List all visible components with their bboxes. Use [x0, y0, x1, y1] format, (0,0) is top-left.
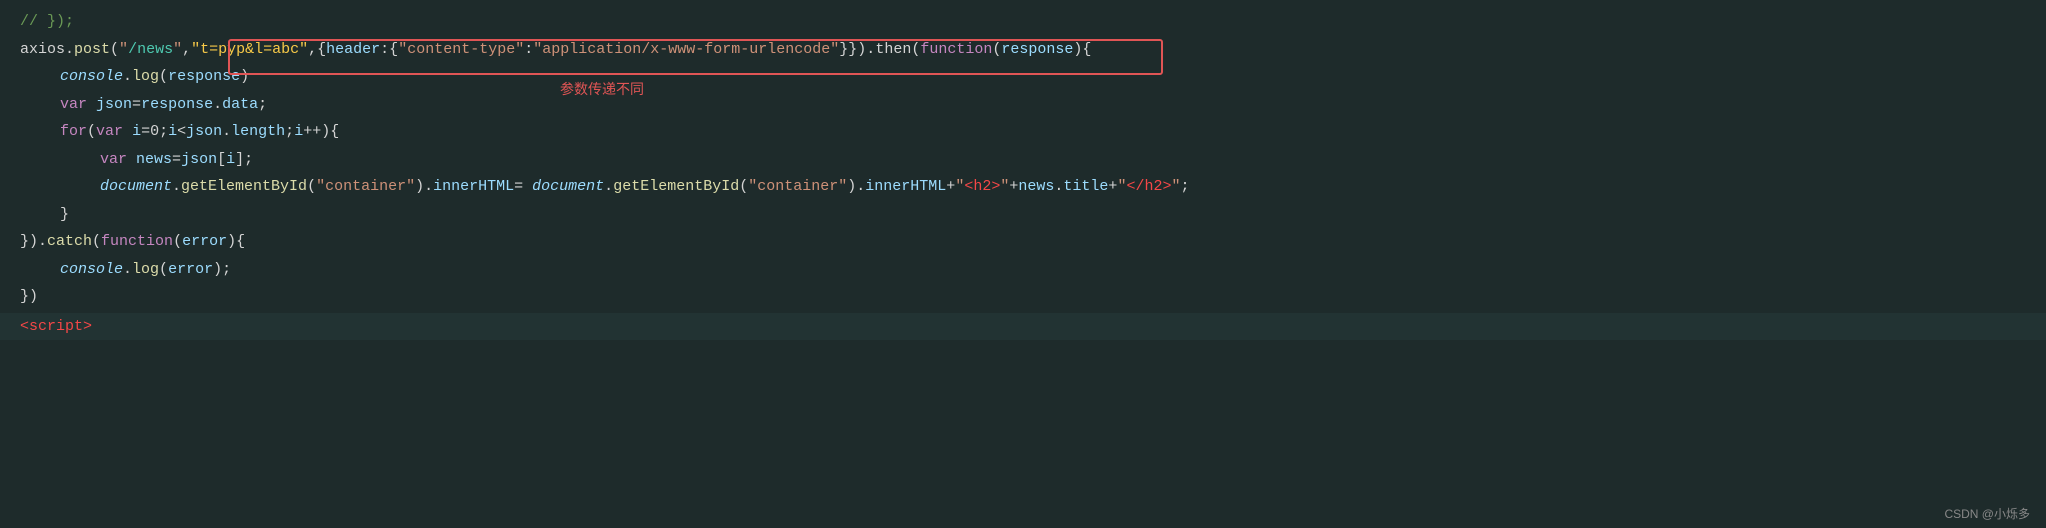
json-var: json: [96, 92, 132, 118]
for-keyword: for: [60, 119, 87, 145]
json-arr: json: [181, 147, 217, 173]
title-prop: title: [1063, 174, 1108, 200]
response-param: response: [1001, 37, 1073, 63]
code-line-5: for(var i=0;i<json.length;i++){: [0, 118, 2046, 146]
response-arg: response: [168, 64, 240, 90]
h2-open-tag: <h2>: [964, 174, 1000, 200]
url-path: /news: [128, 37, 173, 63]
header-prop: header: [326, 37, 380, 63]
code-line-8: }: [0, 201, 2046, 229]
document-obj-2: document: [532, 174, 604, 200]
getelementbyid-2: getElementById: [613, 174, 739, 200]
script-tag: <script>: [20, 314, 92, 340]
log-method: log: [132, 64, 159, 90]
code-line-11: }): [0, 283, 2046, 311]
annotation-label: 参数传递不同: [560, 78, 644, 102]
i-var: i: [132, 119, 141, 145]
h2-close-tag: </h2>: [1126, 174, 1171, 200]
comment-text: // });: [20, 9, 74, 35]
error-arg: error: [168, 257, 213, 283]
console-obj-2: console: [60, 257, 123, 283]
data-prop: data: [222, 92, 258, 118]
axios-obj: axios.: [20, 37, 74, 63]
function-keyword-2: function: [101, 229, 173, 255]
console-obj: console: [60, 64, 123, 90]
var-keyword-1: var: [60, 92, 87, 118]
watermark-text: CSDN @小烁多: [1944, 505, 2030, 522]
length-prop: length: [231, 119, 285, 145]
document-obj-1: document: [100, 174, 172, 200]
response-obj: response: [141, 92, 213, 118]
code-line-4: var json=response.data;: [0, 91, 2046, 119]
code-line-3: console.log(response): [0, 63, 2046, 91]
function-keyword: function: [920, 37, 992, 63]
var-keyword-2: var: [96, 119, 123, 145]
code-line-6: var news=json[i];: [0, 146, 2046, 174]
log-method-2: log: [132, 257, 159, 283]
innerhtml-prop-1: innerHTML: [433, 174, 514, 200]
code-line-1: // });: [0, 8, 2046, 36]
code-line-10: console.log(error);: [0, 256, 2046, 284]
news-var: news: [136, 147, 172, 173]
var-keyword-3: var: [100, 147, 127, 173]
params-string: "t=pyp&l=abc": [191, 37, 308, 63]
code-line-9: }).catch(function(error){: [0, 228, 2046, 256]
code-line-12: <script>: [0, 313, 2046, 341]
error-param: error: [182, 229, 227, 255]
content-type-key: "content-type": [398, 37, 524, 63]
post-method: post: [74, 37, 110, 63]
url-string: ": [119, 37, 128, 63]
innerhtml-prop-2: innerHTML: [865, 174, 946, 200]
code-line-2: 参数传递不同 axios.post("/news","t=pyp&l=abc",…: [0, 36, 2046, 64]
catch-method: catch: [47, 229, 92, 255]
code-block: // }); 参数传递不同 axios.post("/news","t=pyp&…: [0, 0, 2046, 348]
content-type-val: "application/x-www-form-urlencode": [533, 37, 839, 63]
getelementbyid-1: getElementById: [181, 174, 307, 200]
then-keyword: then: [875, 37, 911, 63]
code-line-7: document.getElementById("container").inn…: [0, 173, 2046, 201]
